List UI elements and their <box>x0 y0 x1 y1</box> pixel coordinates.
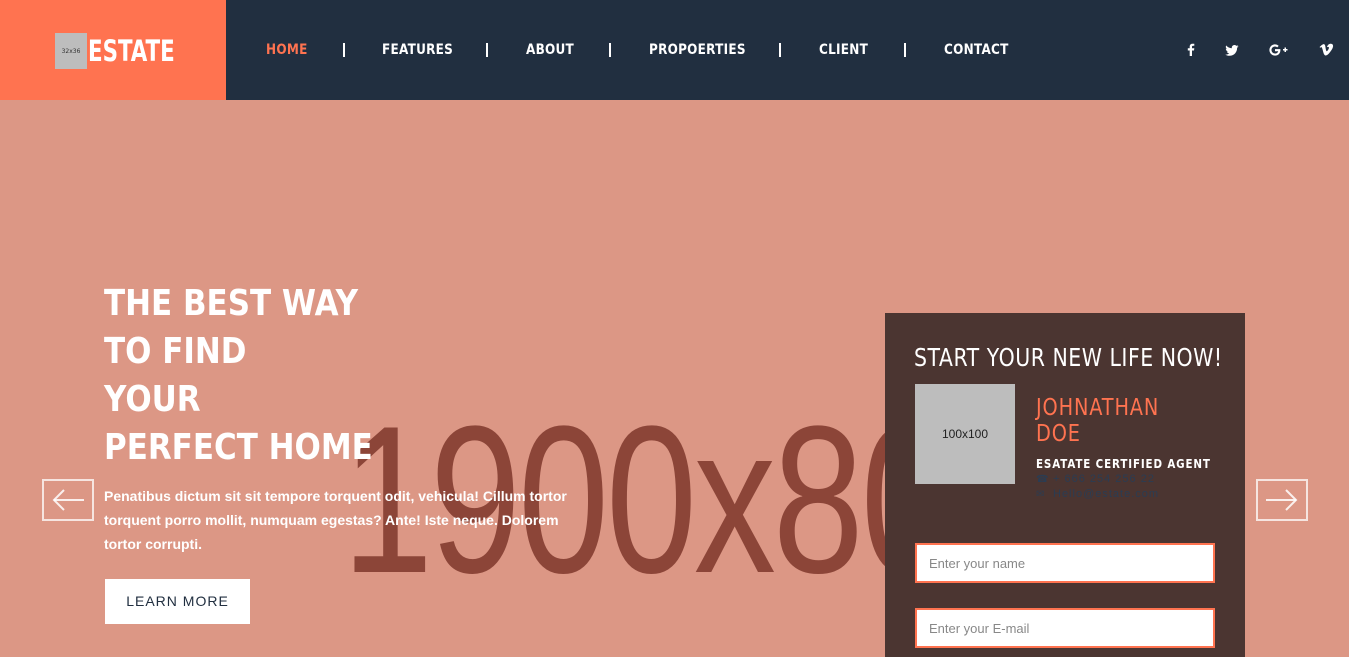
logo[interactable]: 32x36 ESTATE <box>0 0 226 100</box>
nav-separator <box>904 43 906 57</box>
agent-name-line: DOE <box>1036 421 1081 447</box>
nav-properties[interactable]: PROPOERTIES <box>649 38 746 62</box>
learn-more-button[interactable]: LEARN MORE <box>105 579 250 624</box>
agent-name-line: JOHNATHAN <box>1036 395 1160 421</box>
agent-phone[interactable]: ☎ + 666 254 256 22 <box>1036 473 1155 485</box>
twitter-icon[interactable] <box>1222 40 1242 60</box>
agent-phone-text: + 666 254 256 22 <box>1053 473 1155 485</box>
agent-contact-card: START YOUR NEW LIFE NOW! 100x100 JOHNATH… <box>885 313 1245 657</box>
logo-image: 32x36 <box>55 33 87 69</box>
arrow-right-icon[interactable] <box>1256 479 1308 521</box>
hero-description: Penatibus dictum sit sit tempore torquen… <box>104 488 567 552</box>
vimeo-icon[interactable] <box>1316 40 1336 60</box>
email-input[interactable] <box>915 608 1215 648</box>
name-input[interactable] <box>915 543 1215 583</box>
agent-name: JOHNATHAN DOE <box>1036 395 1159 447</box>
hero-title-line: THE BEST WAY <box>104 283 359 324</box>
nav-about[interactable]: ABOUT <box>526 38 574 62</box>
hero-title-line: YOUR <box>104 379 201 420</box>
nav-features[interactable]: FEATURES <box>382 38 453 62</box>
hero-title-line: TO FIND <box>104 331 247 372</box>
nav-contact[interactable]: CONTACT <box>944 38 1009 62</box>
nav-client[interactable]: CLIENT <box>819 38 868 62</box>
agent-email[interactable]: ✉ Hello@estate.com <box>1036 488 1159 500</box>
card-title: START YOUR NEW LIFE NOW! <box>914 343 1223 372</box>
nav-separator <box>779 43 781 57</box>
facebook-icon[interactable] <box>1181 40 1201 60</box>
nav-home[interactable]: HOME <box>266 38 308 62</box>
arrow-left-icon[interactable] <box>42 479 94 521</box>
google-plus-icon[interactable] <box>1267 40 1291 60</box>
agent-photo: 100x100 <box>915 384 1015 484</box>
nav-separator <box>343 43 345 57</box>
agent-email-text: Hello@estate.com <box>1053 488 1160 500</box>
nav-separator <box>609 43 611 57</box>
top-navbar: 32x36 ESTATE HOME FEATURES ABOUT PROPOER… <box>0 0 1349 100</box>
hero-title-line: PERFECT HOME <box>104 427 373 468</box>
nav-separator <box>486 43 488 57</box>
envelope-icon: ✉ <box>1036 488 1046 500</box>
phone-icon: ☎ <box>1036 473 1050 485</box>
logo-text[interactable]: ESTATE <box>88 32 175 70</box>
hero-title: THE BEST WAY TO FIND YOUR PERFECT HOME <box>104 280 373 472</box>
agent-role: ESATATE CERTIFIED AGENT <box>1036 457 1211 471</box>
